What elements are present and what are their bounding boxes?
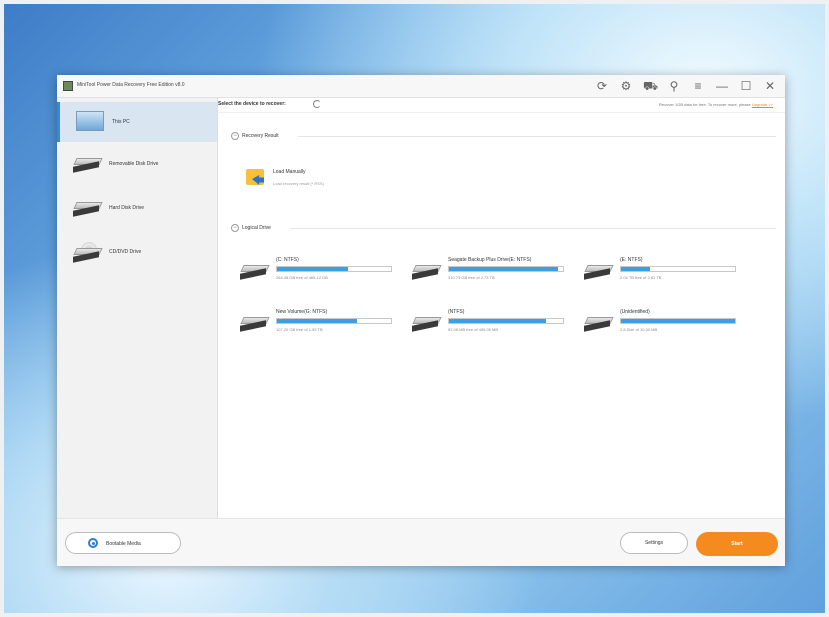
drive-new-volume[interactable]: New Volume(G: NTFS) 107.20 GB free of 1.…	[240, 307, 400, 337]
load-manually-subtitle: Load recovery result (*.RSS)	[273, 181, 324, 186]
drive-size: 92.08 MB free of 499.00 MB	[448, 327, 499, 332]
window-title: MiniTool Power Data Recovery Free Editio…	[77, 82, 185, 88]
sidebar-item-hard-disk[interactable]: Hard Disk Drive	[57, 188, 217, 228]
maximize-icon[interactable]: ☐	[739, 78, 753, 94]
gear-icon[interactable]: ⚙	[619, 78, 633, 94]
close-icon[interactable]: ✕	[763, 78, 777, 94]
search-icon[interactable]: ⚲	[667, 78, 681, 94]
bootable-media-label: Bootable Media	[106, 541, 141, 547]
drive-usage-bar	[448, 318, 564, 324]
collapse-icon[interactable]: −	[231, 224, 239, 232]
drive-seagate[interactable]: Seagate Backup Plus Drive(E: NTFS) 310.7…	[412, 255, 572, 285]
drive-icon	[412, 317, 442, 332]
drive-unidentified[interactable]: (Unidentified) 2.8 Size of 10.00 MB	[584, 307, 744, 337]
minimize-icon[interactable]: —	[715, 78, 729, 94]
sidebar: This PC Removable Disk Drive Hard Disk D…	[57, 98, 218, 565]
drive-name: Seagate Backup Plus Drive(E: NTFS)	[448, 257, 532, 263]
select-device-label: Select the device to recover:	[218, 101, 286, 107]
load-folder-icon[interactable]	[246, 165, 268, 187]
sidebar-item-label: CD/DVD Drive	[109, 249, 142, 255]
logical-drive-header[interactable]: − Logical Drive	[231, 222, 271, 234]
sidebar-item-label: This PC	[112, 119, 130, 125]
drive-usage-bar	[620, 266, 736, 272]
title-bar: MiniTool Power Data Recovery Free Editio…	[57, 75, 785, 98]
bottom-bar: Bootable Media Settings Start	[57, 518, 785, 566]
drive-icon	[584, 317, 614, 332]
drive-e[interactable]: (E: NTFS) 2.04 TB free of 2.61 TB	[584, 255, 744, 285]
drive-icon	[73, 158, 103, 178]
drive-icon	[584, 265, 614, 280]
drive-usage-bar	[276, 318, 392, 324]
refresh-icon[interactable]: ⟳	[595, 78, 609, 94]
drive-ntfs[interactable]: (NTFS) 92.08 MB free of 499.00 MB	[412, 307, 572, 337]
upgrade-link[interactable]: Upgrade >>	[752, 102, 773, 107]
sidebar-item-label: Hard Disk Drive	[109, 205, 145, 211]
app-logo-icon	[63, 81, 73, 91]
drive-size: 310.73 GB free of 2.73 TB	[448, 275, 495, 280]
free-limit-text: Recover 1GB data for free. To recover mo…	[658, 102, 751, 107]
drive-name: (NTFS)	[448, 309, 465, 315]
recovery-result-header[interactable]: − Recovery Result	[231, 130, 279, 142]
drive-size: 2.8 Size of 10.00 MB	[620, 327, 658, 332]
drive-name: (C: NTFS)	[276, 257, 299, 263]
bootable-media-button[interactable]: Bootable Media	[65, 532, 181, 554]
drive-icon	[412, 265, 442, 280]
main-panel: Select the device to recover: Recover 1G…	[218, 98, 785, 565]
titlebar-controls: ⟳ ⚙ ⛟ ⚲ ≡ — ☐ ✕	[595, 78, 777, 94]
menu-icon[interactable]: ≡	[691, 78, 705, 94]
divider	[290, 228, 776, 229]
sidebar-item-removable-disk[interactable]: Removable Disk Drive	[57, 144, 217, 184]
drive-icon	[240, 265, 270, 280]
sidebar-item-cd-dvd[interactable]: CD/DVD Drive	[57, 232, 217, 272]
divider	[298, 136, 776, 137]
drive-name: (E: NTFS)	[620, 257, 643, 263]
drive-c[interactable]: (C: NTFS) 264.45 GB free of 465.12 GB	[240, 255, 400, 285]
start-button[interactable]: Start	[696, 532, 778, 556]
app-window: MiniTool Power Data Recovery Free Editio…	[57, 75, 785, 566]
drive-icon	[240, 317, 270, 332]
collapse-icon[interactable]: −	[231, 132, 239, 140]
drive-usage-bar	[276, 266, 392, 272]
drive-name: (Unidentified)	[620, 309, 650, 315]
drive-size: 107.20 GB free of 1.92 TB	[276, 327, 323, 332]
bootable-disc-icon	[88, 538, 98, 548]
load-manually-title[interactable]: Load Manually	[273, 169, 306, 175]
section-title: Recovery Result	[242, 133, 279, 139]
settings-button[interactable]: Settings	[620, 532, 688, 554]
drive-icon	[73, 202, 103, 222]
free-limit-note: Recover 1GB data for free. To recover mo…	[659, 102, 773, 107]
drive-size: 264.45 GB free of 465.12 GB	[276, 275, 328, 280]
device-select-row: Select the device to recover: Recover 1G…	[218, 98, 785, 113]
drive-size: 2.04 TB free of 2.61 TB	[620, 275, 662, 280]
section-title: Logical Drive	[242, 225, 271, 231]
refresh-devices-icon[interactable]	[313, 100, 321, 108]
drive-name: New Volume(G: NTFS)	[276, 309, 328, 315]
sidebar-item-this-pc[interactable]: This PC	[57, 102, 217, 142]
drive-usage-bar	[620, 318, 736, 324]
cd-drive-icon	[73, 242, 103, 268]
cart-icon[interactable]: ⛟	[643, 78, 658, 94]
drive-usage-bar	[448, 266, 564, 272]
monitor-icon	[76, 111, 106, 131]
sidebar-item-label: Removable Disk Drive	[109, 161, 159, 167]
